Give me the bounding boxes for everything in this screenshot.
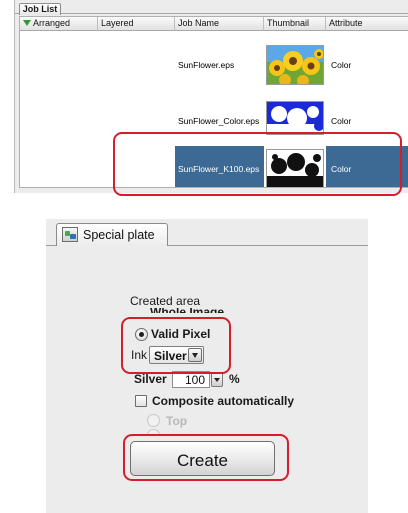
table-row[interactable]: SunFlower.eps Color — [20, 42, 408, 88]
column-header-job-name[interactable]: Job Name — [175, 17, 264, 31]
sort-arrow-down-icon — [23, 19, 31, 26]
job-name-cell: SunFlower.eps — [178, 60, 235, 70]
job-name-cell: SunFlower_Color.eps — [178, 116, 260, 126]
highlight-frame-create — [123, 434, 289, 481]
top-label: Top — [166, 414, 188, 428]
column-header-thumbnail[interactable]: Thumbnail — [264, 17, 326, 31]
tab-job-list[interactable]: Job List — [19, 3, 61, 15]
tab-label: Special plate — [83, 228, 155, 242]
created-area-label: Created area — [130, 294, 201, 308]
sunflower-color-thumbnail — [266, 45, 324, 85]
job-list-tabbar: Job List — [15, 0, 408, 15]
whole-image-radio-label[interactable]: Whole Image — [150, 308, 224, 313]
composite-automatically-label: Composite automatically — [152, 394, 295, 408]
highlight-frame-valid-pixel — [121, 317, 231, 374]
percent-label: % — [229, 372, 240, 386]
tab-special-plate[interactable]: Special plate — [56, 223, 168, 246]
attribute-cell: Color — [331, 116, 352, 126]
highlight-frame-selected-row — [113, 132, 402, 196]
column-header-arranged[interactable]: Arranged — [20, 17, 98, 31]
silver-value: 100 — [184, 373, 205, 387]
column-header-attribute[interactable]: Attribute — [326, 17, 408, 31]
composite-automatically-checkbox[interactable] — [135, 395, 147, 407]
table-header: Arranged Layered Job Name Thumbnail Attr… — [20, 17, 408, 31]
column-header-layered[interactable]: Layered — [98, 17, 175, 31]
attribute-cell: Color — [331, 60, 352, 70]
top-radio[interactable] — [147, 414, 160, 427]
special-plate-icon — [62, 227, 78, 242]
silver-label: Silver — [134, 372, 167, 386]
silver-stepper-button[interactable] — [211, 372, 223, 387]
sunflower-white-silhouette-thumbnail — [266, 101, 324, 135]
